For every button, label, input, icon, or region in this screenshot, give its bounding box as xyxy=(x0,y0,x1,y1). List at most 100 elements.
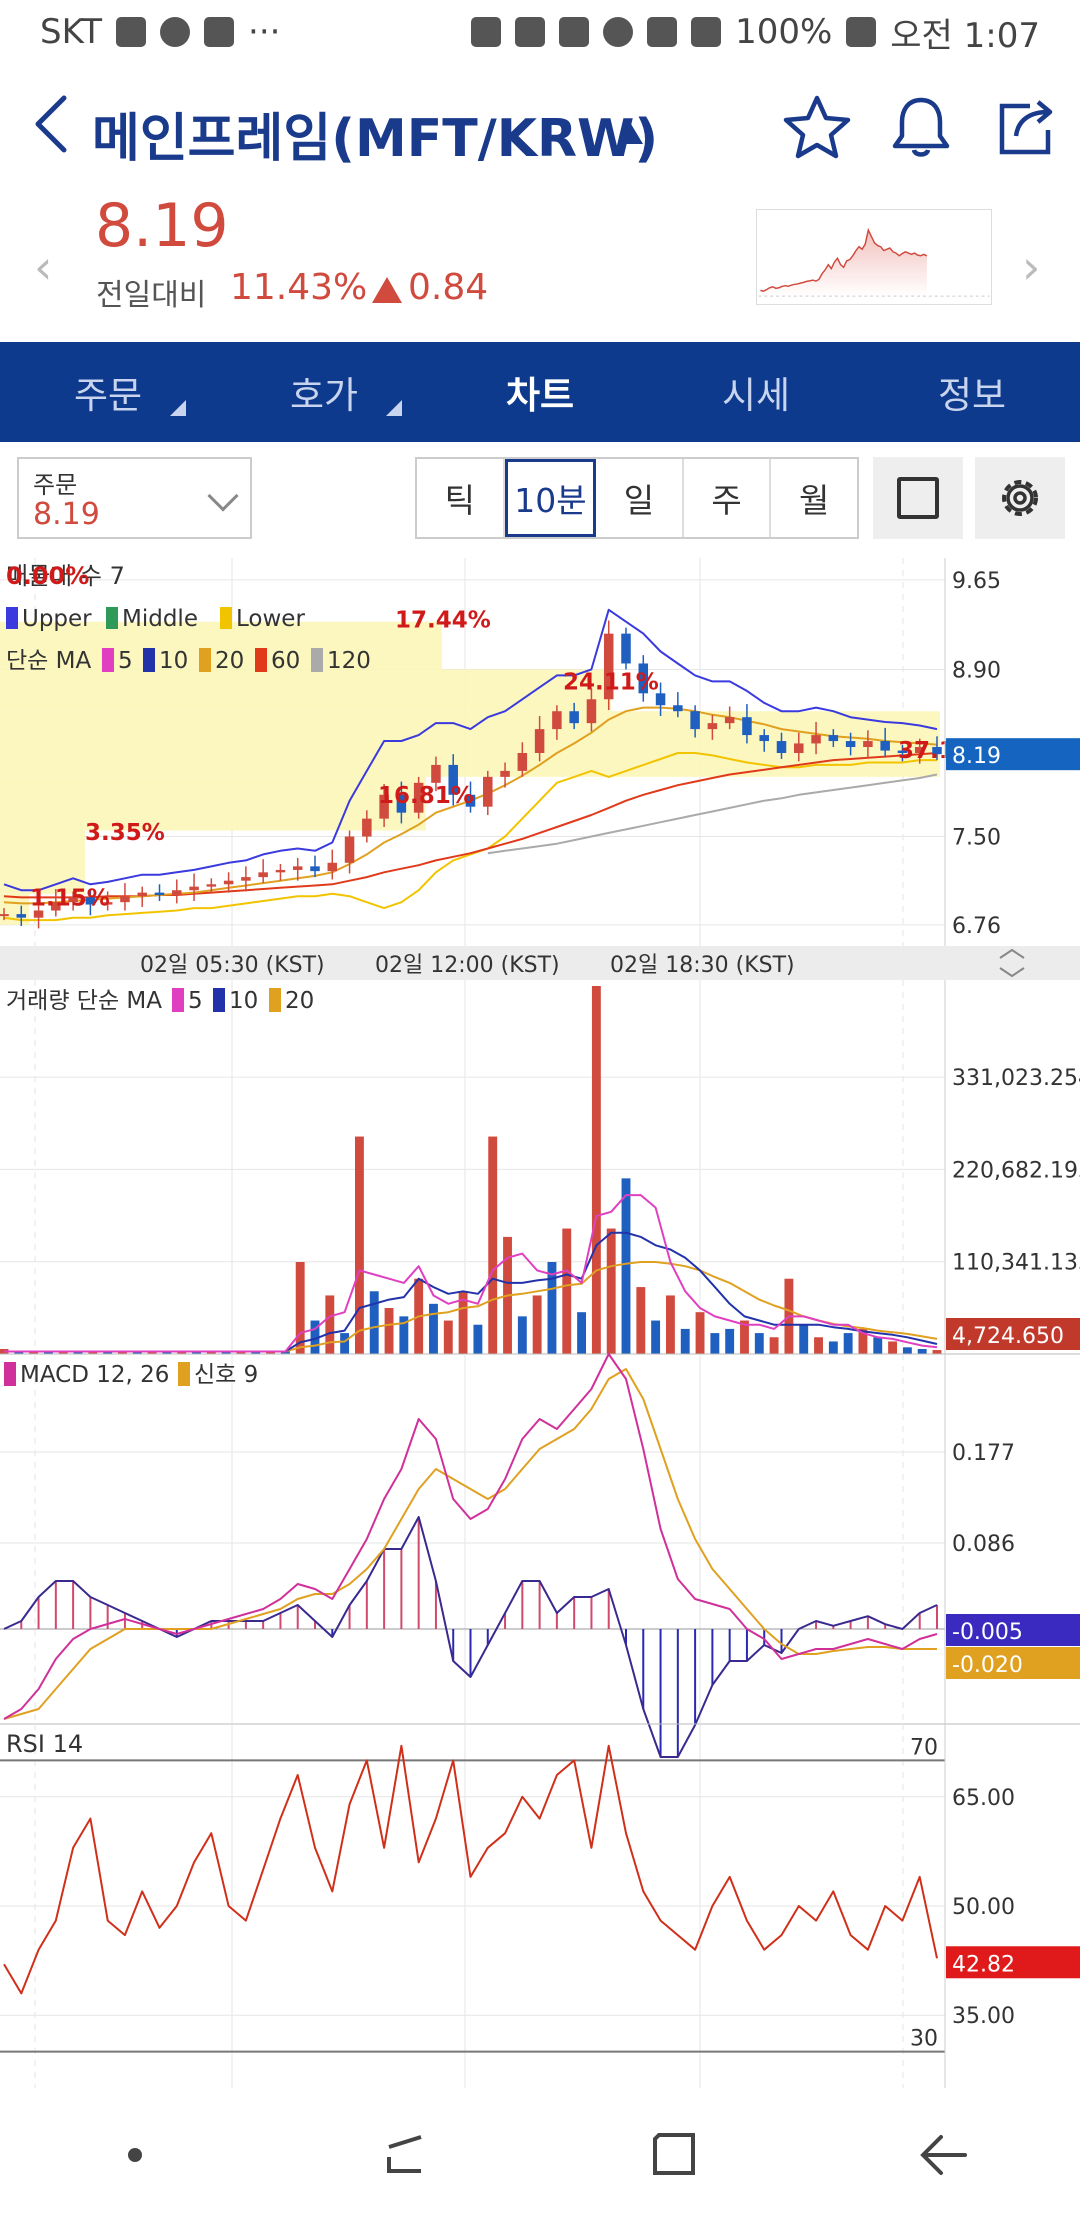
volume-profile-label: 17.44% xyxy=(395,608,491,634)
bollinger-legend: Upper Middle Lower xyxy=(6,606,305,632)
settings-button[interactable] xyxy=(975,457,1065,539)
chart-area[interactable]: 1.15%3.35%17.44%16.81%24.11%37.1 매물대 수 7… xyxy=(0,558,1080,2088)
volume-profile-band xyxy=(0,669,611,712)
bell-icon[interactable] xyxy=(886,92,956,162)
interval-week[interactable]: 주 xyxy=(683,459,772,537)
volume-bar xyxy=(680,1328,690,1354)
wifi-icon xyxy=(647,17,678,47)
volume-profile-label: 16.81% xyxy=(378,783,474,809)
candle-body xyxy=(742,717,752,736)
volume-bar xyxy=(754,1333,764,1354)
legend-swatch xyxy=(6,607,18,629)
back-button[interactable] xyxy=(905,2115,985,2195)
ma-period: 120 xyxy=(327,648,371,674)
current-volume-tag: 4,724.650 xyxy=(952,1324,1064,1349)
macd-legend-label: MACD 12, 26 xyxy=(20,1362,169,1388)
volume-y-tick: 220,682.193 xyxy=(952,1158,1080,1183)
legend-label: Middle xyxy=(122,606,198,632)
prev-market-icon[interactable]: ‹ xyxy=(34,240,52,294)
rsi-line xyxy=(3,1744,938,1995)
interval-tick[interactable]: 틱 xyxy=(417,459,505,537)
tab-order[interactable]: 주문 xyxy=(0,342,216,442)
volume-bar xyxy=(295,1262,305,1354)
interval-10min[interactable]: 10분 xyxy=(504,459,597,537)
candle-body xyxy=(292,866,303,870)
volume-bar xyxy=(843,1333,853,1354)
tab-quotes[interactable]: 시세 xyxy=(648,342,864,442)
volume-legend: 거래량 단순 MA 5 10 20 xyxy=(6,988,314,1014)
volume-bar xyxy=(473,1324,483,1354)
volume-grid xyxy=(0,980,945,1354)
nav-dot-button[interactable] xyxy=(95,2115,175,2195)
candle-body xyxy=(828,735,839,742)
time-axis: 02일 05:30 (KST) 02일 12:00 (KST) 02일 18:30 … xyxy=(0,946,1080,980)
candle-body xyxy=(275,869,286,873)
tab-menu-icon xyxy=(170,400,186,416)
order-select[interactable]: 주문 8.19 xyxy=(17,457,252,539)
volume-ma10-line xyxy=(4,1231,938,1353)
volume-bar xyxy=(443,1320,453,1354)
share-icon[interactable] xyxy=(990,92,1060,162)
tab-orderbook[interactable]: 호가 xyxy=(216,342,432,442)
order-select-value: 8.19 xyxy=(33,497,100,532)
change-label: 전일대비 xyxy=(96,278,207,313)
volume-ma-swatch xyxy=(269,988,281,1012)
current-rsi-tag: 42.82 xyxy=(952,1952,1015,1977)
star-icon[interactable] xyxy=(782,92,852,162)
square-icon xyxy=(897,477,939,519)
back-icon xyxy=(920,2135,967,2175)
candle-body xyxy=(483,776,493,807)
interval-day[interactable]: 일 xyxy=(596,459,684,537)
ma-legend-label: 단순 MA xyxy=(6,648,91,674)
current-signal-tag: -0.020 xyxy=(952,1653,1023,1678)
gear-icon xyxy=(1002,480,1038,516)
volume-bar xyxy=(562,1228,572,1354)
tab-chart[interactable]: 차트 xyxy=(432,342,648,442)
candle-body xyxy=(241,877,251,881)
candle-body xyxy=(431,764,441,783)
rsi-band-label: 30 xyxy=(910,2027,938,2052)
candle-body xyxy=(759,735,769,742)
fullscreen-button[interactable] xyxy=(873,457,963,539)
home-button[interactable] xyxy=(635,2115,715,2195)
rsi-title: RSI 14 xyxy=(6,1730,83,1758)
ma-swatch xyxy=(311,648,323,672)
volume-bar xyxy=(814,1337,823,1354)
sync-icon xyxy=(471,17,502,47)
interval-month[interactable]: 월 xyxy=(771,459,857,537)
ma-period: 20 xyxy=(215,648,244,674)
up-triangle-icon xyxy=(372,277,402,303)
back-arrow-icon[interactable] xyxy=(30,92,70,156)
ma-period: 5 xyxy=(118,648,133,674)
price-y-tick: 8.90 xyxy=(952,658,1001,683)
mini-sparkline[interactable] xyxy=(756,209,992,305)
rsi-grid xyxy=(0,1724,945,2088)
tab-info[interactable]: 정보 xyxy=(864,342,1080,442)
home-icon xyxy=(653,2133,695,2175)
volume-ma-period: 5 xyxy=(188,988,203,1014)
candle-body xyxy=(569,711,579,724)
volume-bar xyxy=(888,1341,898,1354)
candle-body xyxy=(189,886,199,891)
current-price-tag: 8.19 xyxy=(952,744,1001,769)
market-dropdown-icon[interactable] xyxy=(619,124,643,144)
volume-bar xyxy=(591,986,601,1354)
next-market-icon[interactable]: › xyxy=(1022,240,1040,294)
macd-y-axis: 0.177 0.086 -0.020 -0.005 xyxy=(946,1441,1080,1679)
candle-body xyxy=(586,699,597,724)
candle-body xyxy=(154,892,165,896)
legend-swatch xyxy=(220,607,232,629)
candle-body xyxy=(16,914,27,918)
volume-bar xyxy=(547,1262,557,1354)
more-notifications-icon: ··· xyxy=(248,12,281,52)
recent-apps-button[interactable] xyxy=(365,2115,445,2195)
market-title[interactable]: 메인프레임(MFT/KRW) xyxy=(92,96,658,171)
candle-body xyxy=(206,884,217,887)
volume-ma20-line xyxy=(4,1261,938,1353)
volume-bars xyxy=(0,986,942,1354)
volume-bar xyxy=(902,1347,912,1354)
ma-period: 60 xyxy=(271,648,300,674)
tab-menu-icon xyxy=(386,400,402,416)
alarm-icon xyxy=(603,17,634,47)
volume-profile-label: 24.11% xyxy=(563,670,659,696)
